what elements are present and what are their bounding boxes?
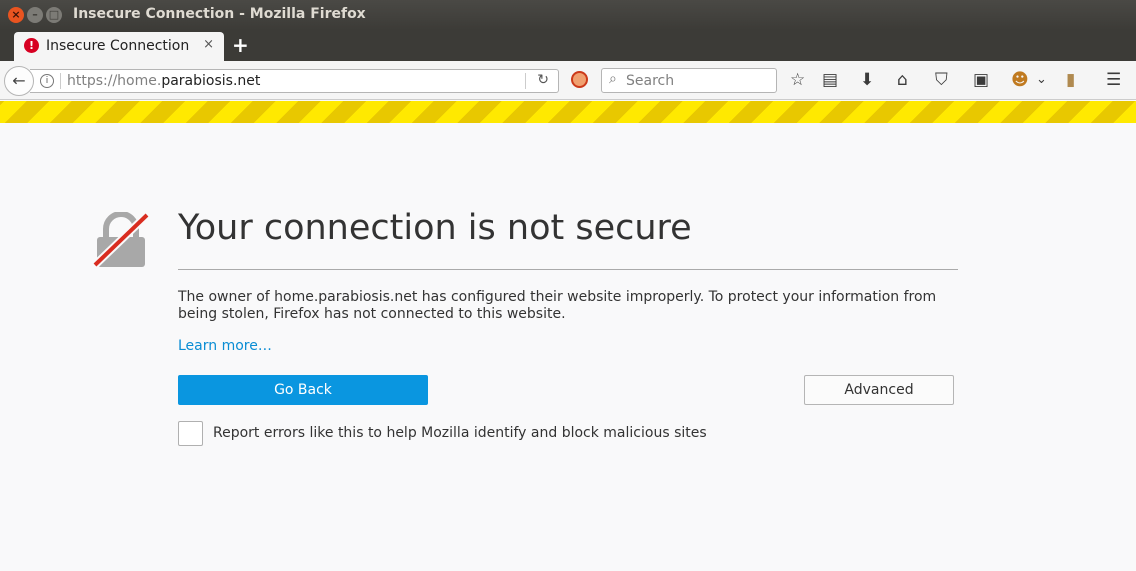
window-maximize-button[interactable]: □ bbox=[46, 7, 62, 23]
notes-icon[interactable]: ▮ bbox=[1066, 70, 1075, 90]
tab-strip: ! Insecure Connection × + bbox=[0, 30, 1136, 61]
error-icon: ! bbox=[24, 38, 39, 53]
tab-close-icon[interactable]: × bbox=[203, 37, 214, 52]
downloads-icon[interactable]: ⬇ bbox=[860, 70, 874, 90]
page-title: Your connection is not secure bbox=[178, 208, 692, 248]
url-divider bbox=[60, 73, 61, 89]
new-tab-button[interactable]: + bbox=[232, 33, 249, 57]
report-errors-label[interactable]: Report errors like this to help Mozilla … bbox=[213, 425, 707, 441]
window-minimize-button[interactable]: – bbox=[27, 7, 43, 23]
search-bar[interactable]: ⌕ Search bbox=[601, 68, 777, 93]
search-input[interactable]: Search bbox=[626, 73, 674, 89]
learn-more-link[interactable]: Learn more… bbox=[178, 338, 272, 354]
title-bar: × – □ Insecure Connection - Mozilla Fire… bbox=[0, 0, 1136, 30]
error-description: The owner of home.parabiosis.net has con… bbox=[178, 289, 937, 322]
window-title: Insecure Connection - Mozilla Firefox bbox=[73, 6, 366, 22]
tab-insecure-connection[interactable]: ! Insecure Connection × bbox=[14, 32, 224, 61]
url-bar[interactable]: i https://home.parabiosis.net ↻ bbox=[30, 69, 559, 93]
chevron-down-icon[interactable]: ⌄ bbox=[1036, 70, 1047, 90]
pocket-icon[interactable]: ⛉ bbox=[935, 70, 948, 90]
info-icon[interactable]: i bbox=[40, 74, 54, 88]
addon-blocker-icon[interactable] bbox=[571, 71, 588, 88]
tab-label: Insecure Connection bbox=[46, 38, 190, 54]
nav-toolbar: i https://home.parabiosis.net ↻ ← ⌕ Sear… bbox=[0, 61, 1136, 100]
home-icon[interactable]: ⌂ bbox=[897, 70, 908, 90]
back-button[interactable]: ← bbox=[4, 66, 34, 96]
report-errors-checkbox[interactable] bbox=[178, 421, 203, 446]
title-divider bbox=[178, 269, 958, 270]
window-close-button[interactable]: × bbox=[8, 7, 24, 23]
url-text[interactable]: https://home.parabiosis.net bbox=[67, 73, 260, 89]
broken-lock-icon bbox=[92, 211, 150, 270]
screenshot-icon[interactable]: ▣ bbox=[973, 70, 989, 90]
menu-icon[interactable]: ☰ bbox=[1106, 70, 1121, 90]
reload-icon[interactable]: ↻ bbox=[537, 72, 549, 88]
library-icon[interactable]: ▤ bbox=[822, 70, 838, 90]
url-prefix: https://home. bbox=[67, 73, 162, 89]
bookmark-star-icon[interactable]: ☆ bbox=[790, 70, 805, 90]
advanced-button[interactable]: Advanced bbox=[804, 375, 954, 405]
reload-divider bbox=[525, 73, 526, 89]
addon-face-icon[interactable]: ☻ bbox=[1011, 70, 1029, 90]
url-domain: parabiosis.net bbox=[161, 73, 261, 89]
warning-stripe bbox=[0, 101, 1136, 123]
search-icon: ⌕ bbox=[609, 71, 617, 87]
go-back-button[interactable]: Go Back bbox=[178, 375, 428, 405]
